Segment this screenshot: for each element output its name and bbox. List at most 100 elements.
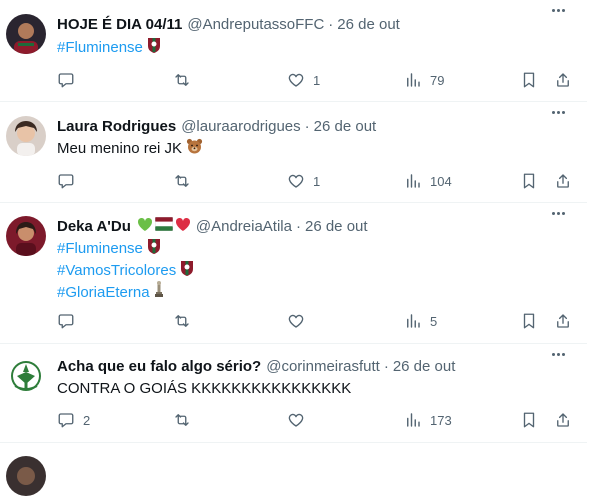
retweet-arrows-icon [175, 414, 189, 426]
more-dots-icon[interactable] [549, 2, 567, 18]
bar-chart-icon [407, 314, 420, 328]
avatar[interactable] [6, 216, 46, 256]
avatar[interactable] [6, 116, 46, 156]
bookmark-button[interactable] [520, 69, 538, 91]
fluminense-crest-emoji [147, 238, 161, 261]
bear-face-emoji [186, 138, 203, 161]
hashtag-link[interactable]: #Fluminense [57, 238, 143, 260]
reply-button[interactable] [57, 170, 83, 192]
tweet-text: CONTRA O GOIÁS KKKKKKKKKKKKKKKK [57, 380, 352, 397]
retweet-arrows-icon [175, 315, 189, 327]
view-count: 5 [430, 313, 438, 329]
separator-dot: · [295, 217, 301, 235]
views-button[interactable]: 104 [404, 170, 452, 192]
tweet-partial[interactable] [0, 443, 587, 496]
hashtag-link[interactable]: #Fluminense [57, 37, 143, 59]
bookmark-icon [523, 412, 535, 428]
timestamp[interactable]: 26 de out [337, 16, 400, 33]
bar-chart-icon [407, 73, 420, 87]
author-handle[interactable]: @AndreiaAtila [196, 218, 292, 235]
speech-bubble-icon [58, 174, 74, 189]
separator-dot: · [328, 15, 334, 33]
tweet[interactable]: HOJE É DIA 04/11 @AndreputassoFFC · 26 d… [0, 0, 587, 102]
author-handle[interactable]: @corinmeirasfutt [266, 358, 380, 375]
timestamp[interactable]: 26 de out [393, 358, 456, 375]
retweet-button[interactable] [173, 310, 199, 332]
tricolor-flag-emoji [154, 216, 174, 235]
reply-button[interactable]: 2 [57, 409, 90, 431]
like-button[interactable] [287, 310, 313, 332]
fluminense-crest-emoji [180, 260, 194, 283]
more-dots-icon[interactable] [549, 205, 567, 221]
bar-chart-icon [407, 413, 420, 427]
author-handle[interactable]: @lauraarodrigues [181, 118, 300, 135]
avatar[interactable] [6, 14, 46, 54]
tweet[interactable]: Laura Rodrigues @lauraarodrigues · 26 de… [0, 102, 587, 203]
speech-bubble-icon [58, 413, 74, 428]
tweet-text: Meu menino rei JK [57, 140, 183, 157]
bookmark-icon [523, 173, 535, 189]
reply-button[interactable] [57, 310, 83, 332]
speech-bubble-icon [58, 73, 74, 88]
more-dots-icon[interactable] [549, 346, 567, 362]
hashtag-link[interactable]: #GloriaEterna [57, 282, 150, 304]
retweet-button[interactable] [173, 170, 199, 192]
share-upload-icon [557, 73, 569, 87]
like-count: 1 [313, 173, 321, 189]
bookmark-icon [523, 72, 535, 88]
author-name[interactable]: HOJE É DIA 04/11 [57, 16, 182, 33]
views-button[interactable]: 79 [404, 69, 444, 91]
retweet-arrows-icon [175, 74, 189, 86]
share-button[interactable] [554, 409, 572, 431]
red-heart-emoji [175, 217, 191, 236]
bookmark-button[interactable] [520, 310, 538, 332]
views-button[interactable]: 5 [404, 310, 437, 332]
bookmark-button[interactable] [520, 170, 538, 192]
view-count: 173 [430, 412, 452, 428]
reply-count: 2 [83, 412, 91, 428]
share-upload-icon [557, 314, 569, 328]
share-upload-icon [557, 413, 569, 427]
share-upload-icon [557, 174, 569, 188]
like-button[interactable]: 1 [287, 170, 320, 192]
share-button[interactable] [554, 69, 572, 91]
timestamp[interactable]: 26 de out [305, 218, 368, 235]
views-button[interactable]: 173 [404, 409, 452, 431]
retweet-button[interactable] [173, 409, 199, 431]
author-name[interactable]: Deka A'Du [57, 218, 131, 235]
tweet[interactable]: Deka A'Du @AndreiaAtila · 26 de out #Flu… [0, 203, 587, 344]
timestamp[interactable]: 26 de out [314, 118, 377, 135]
heart-icon [288, 413, 304, 427]
share-button[interactable] [554, 170, 572, 192]
like-button[interactable]: 1 [287, 69, 320, 91]
bookmark-icon [523, 313, 535, 329]
view-count: 79 [430, 72, 445, 88]
share-button[interactable] [554, 310, 572, 332]
reply-button[interactable] [57, 69, 83, 91]
heart-icon [288, 314, 304, 328]
heart-icon [288, 73, 304, 87]
speech-bubble-icon [58, 314, 74, 329]
like-count: 1 [313, 72, 321, 88]
green-heart-emoji [137, 217, 153, 236]
separator-dot: · [304, 117, 310, 135]
author-handle[interactable]: @AndreputassoFFC [187, 16, 324, 33]
avatar[interactable] [6, 456, 46, 496]
fluminense-crest-emoji [147, 37, 161, 60]
heart-icon [288, 174, 304, 188]
trophy-emoji [154, 281, 164, 305]
retweet-button[interactable] [173, 69, 199, 91]
avatar[interactable] [6, 356, 46, 396]
like-button[interactable] [287, 409, 313, 431]
hashtag-link[interactable]: #VamosTricolores [57, 260, 176, 282]
separator-dot: · [383, 357, 389, 375]
author-name[interactable]: Laura Rodrigues [57, 118, 176, 135]
more-dots-icon[interactable] [549, 104, 567, 120]
view-count: 104 [430, 173, 452, 189]
tweet-feed: HOJE É DIA 04/11 @AndreputassoFFC · 26 d… [0, 0, 587, 496]
bookmark-button[interactable] [520, 409, 538, 431]
bar-chart-icon [407, 174, 420, 188]
tweet[interactable]: Acha que eu falo algo sério? @corinmeira… [0, 344, 587, 443]
retweet-arrows-icon [175, 175, 189, 187]
author-name[interactable]: Acha que eu falo algo sério? [57, 358, 261, 375]
